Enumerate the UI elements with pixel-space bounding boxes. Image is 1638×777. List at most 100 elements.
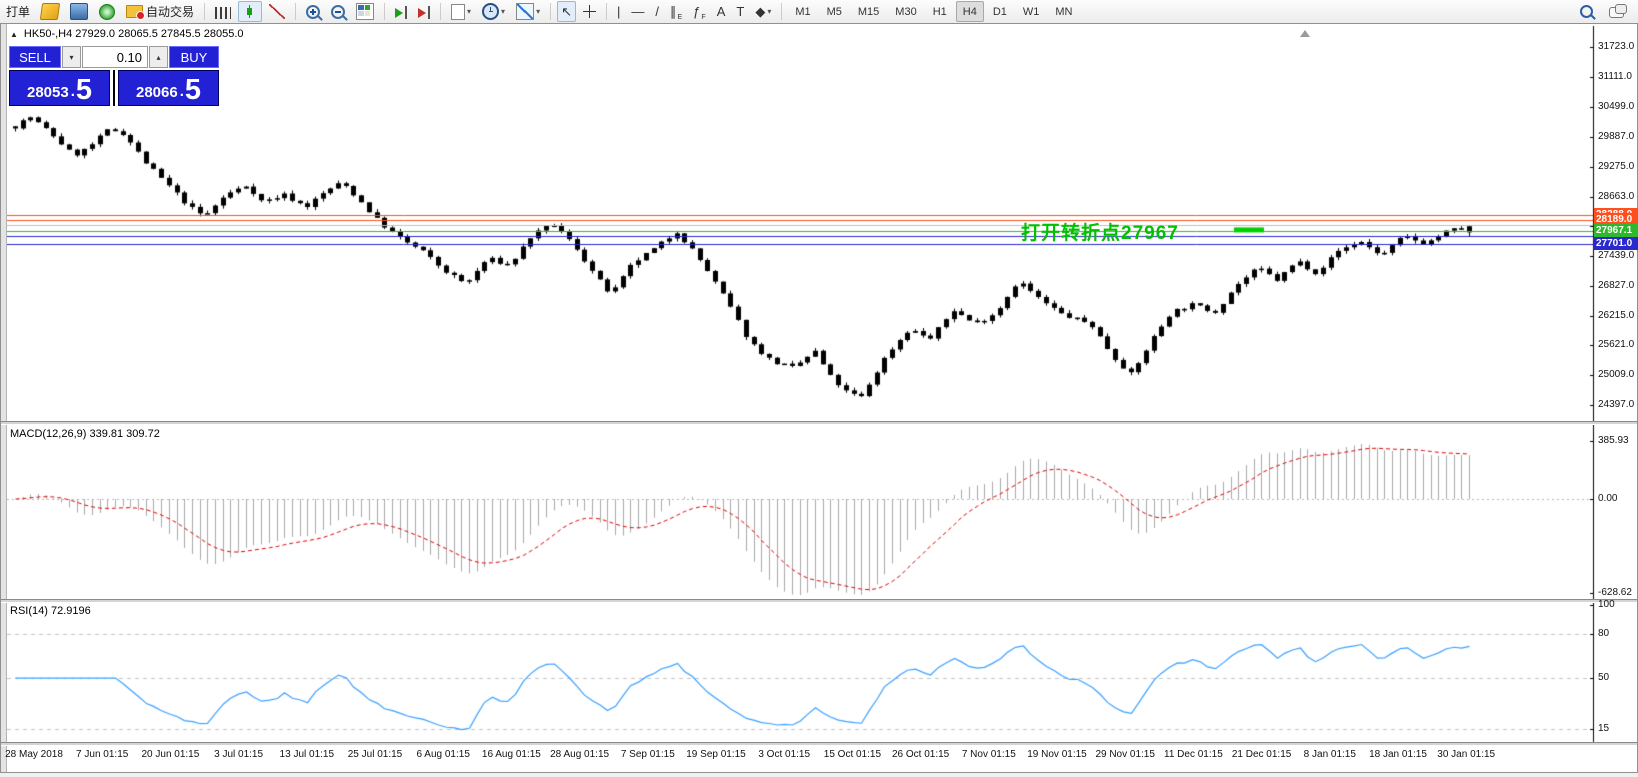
time-axis-tick: 16 Aug 01:15: [482, 749, 541, 760]
time-axis-tick: 26 Oct 01:15: [892, 749, 949, 760]
vertical-line-icon: |: [617, 5, 620, 18]
trade-panel-price-row: 28053.5 28066.5: [9, 70, 219, 106]
arrows-tool-button[interactable]: ◆▾: [751, 1, 775, 22]
time-axis-tick: 7 Sep 01:15: [621, 749, 675, 760]
candlestick-chart-button[interactable]: [238, 1, 262, 22]
timeframe-button-m1[interactable]: M1: [788, 1, 817, 22]
time-axis-tick: 19 Sep 01:15: [686, 749, 746, 760]
time-axis-tick: 7 Nov 01:15: [962, 749, 1016, 760]
indicators-icon: [451, 4, 465, 20]
price-axis-tick: 29887.0: [1598, 131, 1634, 142]
timeframe-button-m30[interactable]: M30: [888, 1, 923, 22]
pane-divider[interactable]: [1, 599, 1637, 603]
periods-button[interactable]: ▾: [478, 1, 509, 22]
price-line-label: 27967.1: [1594, 224, 1638, 237]
volume-input[interactable]: 0.10: [82, 46, 148, 68]
timeframe-button-m5[interactable]: M5: [820, 1, 849, 22]
toolbar-separator: [781, 3, 782, 20]
buy-price-fraction: 5: [185, 78, 201, 103]
price-axis-tick: 27439.0: [1598, 250, 1634, 261]
order-book-button[interactable]: [37, 1, 63, 22]
bar-chart-icon: [215, 7, 231, 19]
price-chart-canvas[interactable]: [1, 24, 1638, 772]
sell-price-box[interactable]: 28053.5: [9, 70, 110, 106]
autotrading-button[interactable]: 自动交易: [122, 1, 198, 22]
order-book-icon: [40, 3, 60, 20]
trendline-tool-button[interactable]: /: [651, 1, 663, 22]
label-tool-button[interactable]: T: [732, 1, 748, 22]
time-axis-tick: 3 Oct 01:15: [758, 749, 810, 760]
time-axis-tick: 6 Aug 01:15: [416, 749, 469, 760]
bar-chart-button[interactable]: [211, 1, 235, 22]
tile-windows-button[interactable]: [352, 1, 378, 22]
rsi-axis-tick: 15: [1598, 723, 1609, 734]
timeframe-button-h4[interactable]: H4: [956, 1, 984, 22]
line-chart-button[interactable]: [265, 1, 289, 22]
window-left-edge: [1, 24, 7, 772]
clock-icon: [482, 3, 499, 20]
timeframe-button-m15[interactable]: M15: [851, 1, 886, 22]
market-watch-button[interactable]: [66, 1, 92, 22]
label-tool-icon: T: [736, 5, 744, 18]
indicators-button[interactable]: ▾: [447, 1, 475, 22]
sell-label: SELL: [19, 50, 51, 65]
main-toolbar: 打单 自动交易 ▾ ▾ ▾ ↖ | — / ∥E ƒF A T ◆▾ M1M5M…: [0, 0, 1638, 24]
buy-button[interactable]: BUY: [169, 46, 219, 68]
zoom-out-button[interactable]: [327, 1, 349, 22]
timeframe-button-w1[interactable]: W1: [1016, 1, 1047, 22]
timeframe-button-mn[interactable]: MN: [1048, 1, 1079, 22]
fibonacci-tool-button[interactable]: ƒF: [689, 1, 710, 22]
zoom-in-button[interactable]: [302, 1, 324, 22]
rsi-axis-tick: 80: [1598, 628, 1609, 639]
chart-shift-marker[interactable]: [1300, 30, 1310, 37]
time-axis-tick: 28 May 2018: [5, 749, 63, 760]
crosshair-tool-button[interactable]: [579, 1, 600, 22]
toolbar-separator: [550, 3, 551, 20]
macd-label: MACD(12,26,9) 339.81 309.72: [10, 428, 160, 440]
time-axis-tick: 19 Nov 01:15: [1027, 749, 1087, 760]
cursor-icon: ↖: [561, 5, 572, 18]
timeframe-button-d1[interactable]: D1: [986, 1, 1014, 22]
sell-button[interactable]: SELL: [9, 46, 61, 68]
chart-shift-button[interactable]: [414, 1, 434, 22]
signals-button[interactable]: [95, 1, 119, 22]
volume-decrease-button[interactable]: ▾: [62, 46, 81, 68]
price-divider: [113, 70, 115, 106]
rsi-label: RSI(14) 72.9196: [10, 605, 91, 617]
search-button[interactable]: [1576, 1, 1597, 22]
time-axis-tick: 13 Jul 01:15: [280, 749, 335, 760]
sell-price-fraction: 5: [76, 78, 92, 103]
toolbar-separator: [295, 3, 296, 20]
toolbar-separator: [204, 3, 205, 20]
crosshair-icon: [583, 5, 596, 18]
equidistant-channel-icon: ∥: [670, 5, 677, 18]
zoom-out-icon: [331, 5, 345, 19]
text-tool-icon: A: [717, 5, 726, 18]
chart-shift-icon: [418, 8, 426, 18]
caret-down-icon: ▾: [767, 7, 771, 16]
templates-button[interactable]: ▾: [512, 1, 544, 22]
rsi-axis-tick: 50: [1598, 672, 1609, 683]
horizontal-line-tool-button[interactable]: —: [627, 1, 648, 22]
auto-scroll-button[interactable]: [391, 1, 411, 22]
channel-tool-button[interactable]: ∥E: [666, 1, 686, 22]
zoom-in-icon: [306, 5, 320, 19]
time-axis-tick: 7 Jun 01:15: [76, 749, 128, 760]
buy-price-box[interactable]: 28066.5: [118, 70, 219, 106]
time-axis-tick: 20 Jun 01:15: [141, 749, 199, 760]
cursor-tool-button[interactable]: ↖: [557, 1, 576, 22]
time-axis-tick: 8 Jan 01:15: [1304, 749, 1356, 760]
chat-button[interactable]: [1605, 1, 1628, 22]
chart-window: ▲ HK50-,H4 27929.0 28065.5 27845.5 28055…: [0, 23, 1638, 773]
text-tool-button[interactable]: A: [713, 1, 730, 22]
volume-increase-button[interactable]: ▴: [149, 46, 168, 68]
vertical-line-tool-button[interactable]: |: [613, 1, 624, 22]
market-watch-icon: [70, 3, 88, 20]
timeframe-button-h1[interactable]: H1: [926, 1, 954, 22]
pane-divider: [1, 742, 1637, 746]
time-axis-tick: 28 Aug 01:15: [550, 749, 609, 760]
pane-divider[interactable]: [1, 421, 1637, 425]
collapse-panel-arrow[interactable]: ▲: [10, 30, 18, 39]
new-order-button[interactable]: 打单: [2, 1, 34, 22]
timeframe-group: M1M5M15M30H1H4D1W1MN: [788, 1, 1079, 22]
